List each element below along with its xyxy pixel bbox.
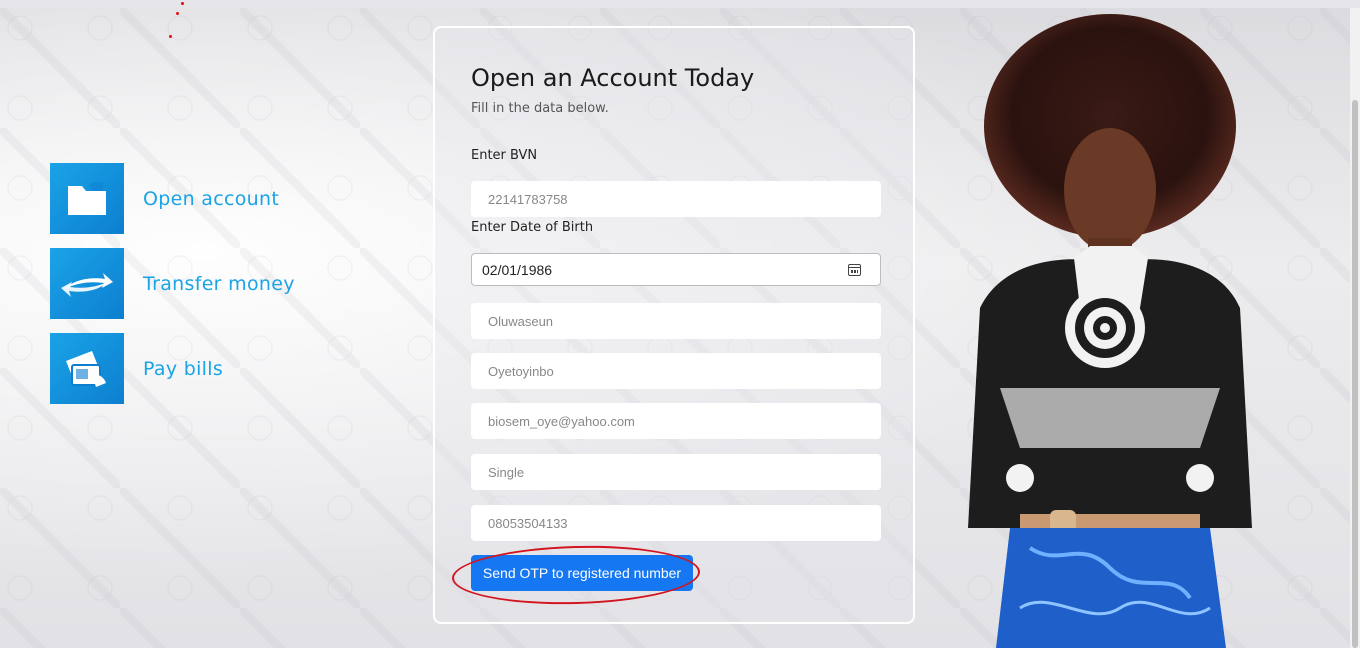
form-title: Open an Account Today [471, 64, 755, 92]
feature-pay-bills[interactable]: Pay bills [50, 333, 295, 404]
scrollbar[interactable] [1350, 8, 1360, 648]
feature-label: Open account [143, 187, 280, 210]
bill-payment-icon [66, 350, 106, 387]
feature-tile [50, 248, 124, 319]
dob-label: Enter Date of Birth [471, 220, 594, 235]
form-subtitle: Fill in the data below. [471, 101, 609, 116]
feature-list: Open account Transfer money Pay bills [50, 163, 295, 418]
feature-label: Transfer money [143, 272, 295, 295]
calendar-icon[interactable] [848, 263, 861, 276]
phone-input[interactable]: 08053504133 [471, 505, 881, 541]
model-image [968, 14, 1252, 648]
bvn-label: Enter BVN [471, 148, 538, 163]
scrollbar-thumb[interactable] [1352, 100, 1358, 648]
feature-label: Pay bills [143, 357, 224, 380]
email-input[interactable]: biosem_oye@yahoo.com [471, 403, 881, 439]
annotation-dot [176, 12, 179, 15]
transfer-arrows-icon [61, 272, 113, 297]
feature-tile [50, 163, 124, 234]
dob-value: 02/01/1986 [482, 261, 553, 278]
feature-open-account[interactable]: Open account [50, 163, 295, 234]
folder-icon [68, 181, 106, 215]
bvn-input[interactable]: 22141783758 [471, 181, 881, 217]
dob-input[interactable]: 02/01/1986 [471, 253, 881, 286]
marital-status-input[interactable]: Single [471, 454, 881, 490]
annotation-dot [169, 35, 172, 38]
first-name-input[interactable]: Oluwaseun [471, 303, 881, 339]
feature-tile [50, 333, 124, 404]
feature-transfer-money[interactable]: Transfer money [50, 248, 295, 319]
annotation-dot [181, 2, 184, 5]
account-form-card: Open an Account Today Fill in the data b… [433, 26, 915, 624]
last-name-input[interactable]: Oyetoyinbo [471, 353, 881, 389]
